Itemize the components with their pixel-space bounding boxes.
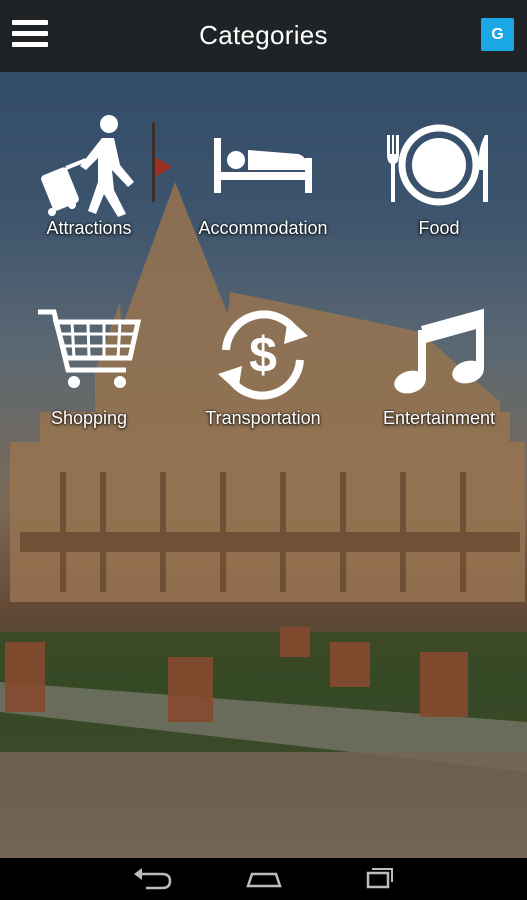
music-note-icon xyxy=(354,300,524,410)
category-label: Transportation xyxy=(205,408,321,428)
svg-text:$: $ xyxy=(249,327,277,383)
category-food[interactable]: Food xyxy=(354,110,524,260)
shopping-cart-icon xyxy=(4,300,174,410)
app-bar: Categories G xyxy=(0,0,527,72)
category-label: Attractions xyxy=(46,218,132,238)
dollar-exchange-icon: $ xyxy=(178,300,348,410)
page-title: Categories xyxy=(199,20,328,50)
category-label: Entertainment xyxy=(382,408,496,428)
category-label: Accommodation xyxy=(198,218,328,238)
account-badge[interactable]: G xyxy=(481,18,514,51)
bed-icon xyxy=(178,110,348,220)
category-shopping[interactable]: Shopping xyxy=(4,300,174,450)
category-label: Food xyxy=(418,218,460,238)
category-accommodation[interactable]: Accommodation xyxy=(178,110,348,260)
recent-apps-icon[interactable] xyxy=(348,864,408,894)
system-nav-bar xyxy=(0,858,527,900)
plate-fork-knife-icon xyxy=(354,110,524,220)
category-label: Shopping xyxy=(50,408,128,428)
category-attractions[interactable]: Attractions xyxy=(4,110,174,260)
back-icon[interactable] xyxy=(122,864,182,894)
home-icon[interactable] xyxy=(234,864,294,894)
traveler-with-luggage-icon xyxy=(4,110,174,220)
category-entertainment[interactable]: Entertainment xyxy=(354,300,524,450)
category-transportation[interactable]: $ Transportation xyxy=(178,300,348,450)
